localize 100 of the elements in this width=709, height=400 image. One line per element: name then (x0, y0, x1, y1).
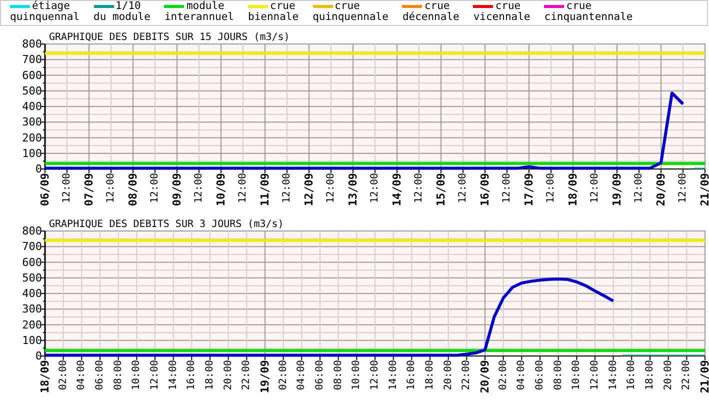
x-tick-label: 10:00 (131, 360, 142, 390)
x-tick-label: 09/09 (170, 173, 184, 206)
y-tick-label: 200 (22, 131, 42, 144)
chart-title: GRAPHIQUE DES DEBITS SUR 15 JOURS (m3/s) (49, 32, 290, 43)
x-tick-label: 22:00 (461, 360, 472, 390)
legend-label: crue (495, 1, 521, 12)
legend-label: 1/10 (116, 1, 141, 12)
x-tick-label: 17/09 (522, 173, 536, 206)
x-tick-label: 02:00 (498, 360, 509, 390)
y-tick-label: 500 (22, 271, 42, 284)
legend-label: biennale (248, 12, 299, 23)
x-tick-label: 10/09 (214, 173, 228, 206)
x-tick-label: 06/09 (38, 173, 52, 206)
x-tick-label: 12:00 (370, 173, 380, 204)
y-tick-label: 600 (22, 68, 42, 82)
x-tick-label: 12:00 (106, 173, 116, 204)
x-tick-label: 10:00 (351, 360, 362, 390)
x-tick-label: 12:00 (150, 360, 160, 390)
x-tick-label: 14:00 (168, 360, 179, 390)
x-tick-label: 18/09 (38, 360, 52, 394)
x-tick-label: 12:00 (194, 173, 204, 204)
y-tick-label: 100 (22, 146, 42, 160)
x-tick-label: 08:00 (332, 360, 344, 390)
x-tick-label: 14/09 (390, 173, 404, 206)
legend-label: module (186, 1, 224, 12)
legend-label: crue (566, 1, 592, 12)
y-tick-label: 100 (22, 334, 42, 347)
x-tick-label: 12:00 (238, 173, 248, 204)
y-tick-label: 0 (35, 162, 42, 176)
x-tick-label: 16:00 (406, 360, 418, 390)
y-tick-label: 600 (22, 256, 42, 269)
x-tick-label: 13/09 (346, 173, 360, 206)
legend-label: cinquantennale (544, 12, 633, 23)
x-tick-label: 20:00 (442, 360, 454, 390)
x-tick-label: 06:00 (534, 360, 546, 390)
legend-label: quinquennal (10, 12, 80, 23)
x-tick-label: 04:00 (296, 360, 308, 390)
x-tick-label: 18:00 (204, 360, 216, 390)
legend-label: étiage (32, 1, 70, 12)
y-tick-label: 500 (22, 84, 42, 98)
x-tick-label: 16/09 (478, 173, 492, 206)
x-tick-label: 14:00 (388, 360, 399, 390)
y-tick-label: 400 (22, 100, 42, 113)
x-tick-label: 08:00 (552, 360, 564, 390)
chart-title: GRAPHIQUE DES DEBITS SUR 3 JOURS (m3/s) (49, 219, 284, 230)
x-tick-label: 22:00 (681, 360, 692, 390)
x-tick-label: 07/09 (82, 173, 96, 206)
x-tick-label: 12:00 (282, 173, 292, 204)
legend-label: vicennale (473, 12, 530, 23)
x-tick-label: 12:00 (502, 173, 512, 204)
x-tick-label: 12:00 (62, 173, 72, 204)
x-tick-label: 20/09 (654, 173, 668, 206)
x-tick-label: 12:00 (590, 173, 600, 204)
x-tick-label: 12:00 (634, 173, 644, 204)
x-tick-label: 19/09 (258, 360, 272, 394)
x-tick-label: 16:00 (186, 360, 198, 390)
x-tick-label: 18:00 (644, 360, 656, 390)
legend-label: quinquennale (312, 12, 388, 23)
x-tick-label: 08/09 (126, 173, 140, 206)
x-tick-label: 06:00 (94, 360, 106, 390)
x-tick-label: 08:00 (112, 360, 124, 390)
legend-label: décennale (402, 12, 460, 23)
x-tick-label: 20:00 (662, 360, 674, 390)
y-tick-label: 200 (22, 318, 42, 332)
x-tick-label: 16:00 (626, 360, 638, 390)
x-tick-label: 22:00 (241, 360, 252, 390)
x-tick-label: 12:00 (150, 173, 160, 204)
x-tick-label: 12:00 (414, 173, 424, 204)
x-tick-label: 20:00 (222, 360, 234, 390)
legend-label: du module (94, 12, 150, 23)
x-tick-label: 18/09 (566, 173, 580, 206)
y-tick-label: 0 (35, 350, 42, 362)
x-tick-label: 10:00 (571, 360, 582, 390)
y-tick-label: 700 (22, 240, 42, 254)
x-tick-label: 12:00 (590, 360, 600, 390)
x-tick-label: 12:00 (458, 173, 468, 204)
y-tick-label: 300 (22, 302, 42, 316)
legend-label: crue (424, 1, 450, 12)
x-tick-label: 20/09 (478, 360, 492, 394)
y-tick-label: 800 (22, 224, 42, 238)
x-tick-label: 11/09 (258, 173, 272, 206)
x-tick-label: 12:00 (546, 173, 556, 204)
x-tick-label: 12:00 (678, 173, 688, 204)
y-tick-label: 400 (22, 287, 42, 300)
x-tick-label: 18:00 (424, 360, 436, 390)
x-tick-label: 12:00 (326, 173, 336, 204)
legend-label: interannuel (164, 12, 234, 23)
x-tick-label: 12/09 (302, 173, 316, 206)
x-tick-label: 12:00 (370, 360, 380, 390)
y-tick-label: 300 (22, 116, 42, 129)
x-tick-label: 19/09 (610, 173, 624, 206)
x-tick-label: 06:00 (314, 360, 326, 390)
x-tick-label: 02:00 (58, 360, 69, 390)
x-tick-label: 04:00 (76, 360, 88, 390)
x-tick-label: 14:00 (608, 360, 619, 390)
x-tick-label: 02:00 (278, 360, 289, 390)
legend-label: crue (270, 1, 296, 12)
legend-label: crue (334, 1, 360, 12)
x-tick-label: 04:00 (516, 360, 528, 390)
y-tick-label: 800 (22, 38, 42, 50)
